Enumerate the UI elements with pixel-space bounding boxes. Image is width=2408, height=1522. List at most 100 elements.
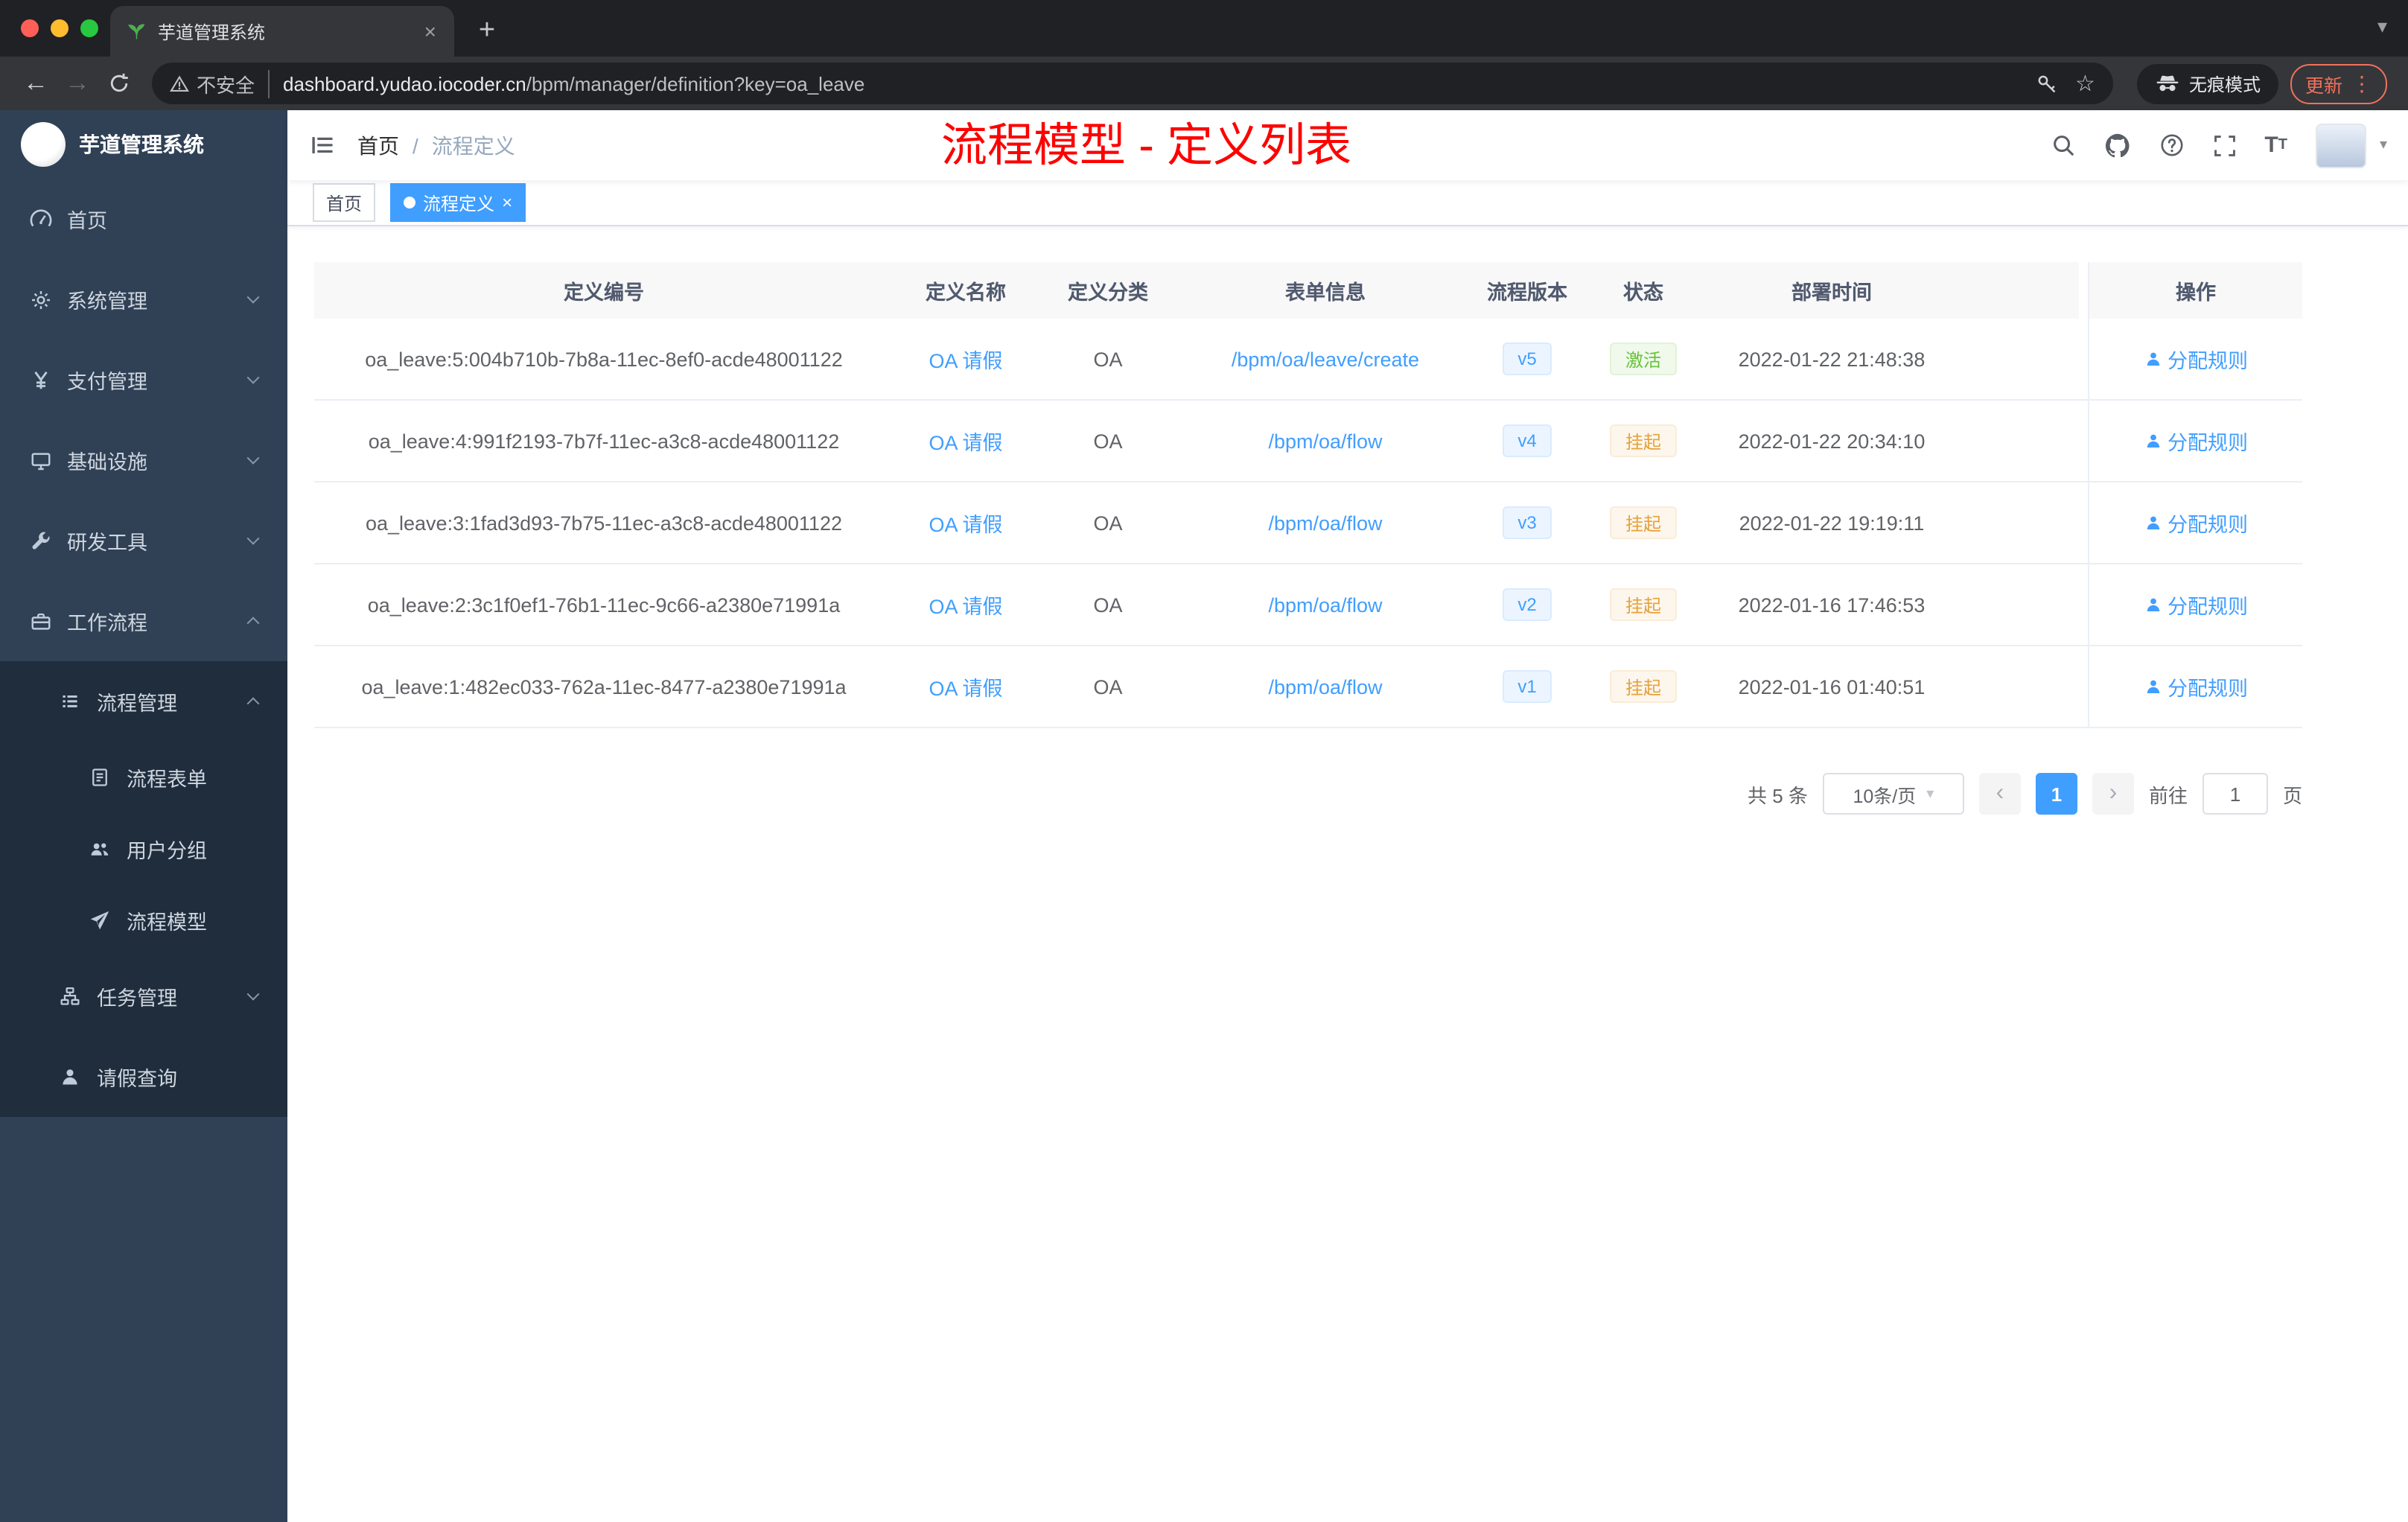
key-icon[interactable]: [2035, 72, 2057, 95]
tag-close-icon[interactable]: ×: [502, 192, 512, 213]
tag-home[interactable]: 首页: [313, 183, 376, 222]
sidebar-item-process-mgmt[interactable]: 流程管理: [0, 661, 287, 742]
sidebar-item-task-mgmt[interactable]: 任务管理: [0, 956, 287, 1037]
window-controls: [21, 19, 98, 37]
tab-title: 芋道管理系统: [158, 22, 266, 42]
form-info-link[interactable]: /bpm/oa/flow: [1268, 430, 1382, 452]
new-tab-button[interactable]: +: [466, 10, 508, 52]
app-navbar: 首页 / 流程定义 流程模型 - 定义列表 ▾: [287, 110, 2408, 180]
incognito-label: 无痕模式: [2188, 74, 2261, 95]
incognito-icon: [2156, 75, 2179, 92]
omnibox-icons: ☆: [2035, 70, 2095, 97]
github-button[interactable]: [2103, 132, 2130, 159]
assign-rule-link[interactable]: 分配规则: [2144, 590, 2248, 620]
definition-id: oa_leave:1:482ec033-762a-11ec-8477-a2380…: [361, 675, 847, 698]
definition-id: oa_leave:3:1fad3d93-7b75-11ec-a3c8-acde4…: [365, 512, 842, 534]
browser-window: 芋道管理系统 × + ▾ ← → 不安全 dashboard.yudao.ioc…: [0, 0, 2408, 1522]
yen-icon: [30, 369, 52, 391]
user-avatar[interactable]: [2315, 123, 2366, 168]
status-badge: 挂起: [1610, 424, 1676, 457]
fold-icon: [312, 136, 333, 154]
url-domain: dashboard.yudao.iocoder.cn: [283, 72, 526, 95]
forward-button[interactable]: →: [57, 63, 98, 104]
close-window-button[interactable]: [21, 19, 39, 37]
minimize-window-button[interactable]: [51, 19, 69, 37]
goto-page-input[interactable]: [2202, 773, 2268, 815]
tag-process-definition[interactable]: 流程定义 ×: [390, 183, 526, 222]
prev-page-button[interactable]: ‹: [1978, 773, 2021, 815]
col-definition-id: 定义编号: [314, 262, 894, 319]
sidebar-item-system[interactable]: 系统管理: [0, 259, 287, 340]
fullscreen-icon: [2214, 135, 2235, 156]
font-size-button[interactable]: [2264, 133, 2287, 158]
form-info-link[interactable]: /bpm/oa/flow: [1268, 675, 1382, 698]
form-info-link[interactable]: /bpm/oa/flow: [1268, 593, 1382, 616]
active-dot: [404, 197, 416, 208]
update-button[interactable]: 更新 ⋮: [2290, 63, 2387, 104]
security-chip[interactable]: 不安全: [170, 69, 270, 98]
page-content: 定义编号 定义名称 定义分类 表单信息 流程版本 状态 部署时间 操作 oa_l…: [287, 226, 2408, 815]
search-icon: [2053, 136, 2074, 156]
table-row: oa_leave:5:004b710b-7b8a-11ec-8ef0-acde4…: [314, 319, 2302, 401]
table-row: oa_leave:1:482ec033-762a-11ec-8477-a2380…: [314, 646, 2302, 728]
page-size-select[interactable]: 10条/页 ▾: [1822, 773, 1964, 815]
breadcrumb-current: 流程定义: [431, 133, 515, 157]
definition-name-link[interactable]: OA 请假: [929, 590, 1002, 620]
version-badge: v5: [1503, 343, 1552, 375]
assign-rule-link[interactable]: 分配规则: [2144, 672, 2248, 701]
status-badge: 挂起: [1610, 588, 1676, 621]
sidebar-item-process-form[interactable]: 流程表单: [0, 742, 287, 813]
definition-category: OA: [1093, 593, 1123, 616]
sidebar-item-user-group[interactable]: 用户分组: [0, 813, 287, 885]
browser-menu-icon[interactable]: ⋮: [2351, 71, 2372, 96]
person-icon: [2146, 516, 2159, 529]
definition-name-link[interactable]: OA 请假: [929, 344, 1002, 374]
sidebar-item-infra[interactable]: 基础设施: [0, 420, 287, 500]
address-bar[interactable]: 不安全 dashboard.yudao.iocoder.cn /bpm/mana…: [152, 63, 2113, 104]
sidebar-toggle-button[interactable]: [287, 133, 357, 158]
version-badge: v4: [1503, 424, 1552, 457]
definition-name-link[interactable]: OA 请假: [929, 672, 1002, 701]
sidebar-item-home[interactable]: 首页: [0, 179, 287, 259]
sidebar-item-devtools[interactable]: 研发工具: [0, 500, 287, 581]
form-info-link[interactable]: /bpm/oa/flow: [1268, 512, 1382, 534]
form-info-link[interactable]: /bpm/oa/leave/create: [1232, 348, 1419, 370]
help-button[interactable]: [2159, 133, 2184, 158]
sidebar-item-process-model[interactable]: 流程模型: [0, 885, 287, 956]
app-logo-avatar: [21, 122, 66, 167]
incognito-badge: 无痕模式: [2136, 63, 2278, 104]
definition-category: OA: [1093, 348, 1123, 370]
definition-name-link[interactable]: OA 请假: [929, 426, 1002, 456]
version-badge: v3: [1503, 506, 1552, 539]
next-page-button[interactable]: ›: [2092, 773, 2134, 815]
navbar-actions: ▾: [2050, 123, 2408, 168]
reload-button[interactable]: [98, 63, 140, 104]
chevron-down-icon: [246, 290, 260, 304]
definition-name-link[interactable]: OA 请假: [929, 508, 1002, 538]
sidebar-item-payment[interactable]: 支付管理: [0, 340, 287, 420]
person-icon: [2146, 598, 2159, 611]
fullscreen-button[interactable]: [2212, 133, 2236, 157]
gear-icon: [30, 288, 52, 311]
page-1-button[interactable]: 1: [2035, 773, 2077, 815]
deploy-time: 2022-01-22 20:34:10: [1738, 430, 1926, 452]
version-badge: v2: [1503, 588, 1552, 621]
search-button[interactable]: [2050, 133, 2075, 158]
breadcrumb-home[interactable]: 首页: [357, 130, 399, 160]
tab-search-caret-icon[interactable]: ▾: [2377, 15, 2387, 39]
bookmark-star-icon[interactable]: ☆: [2075, 70, 2095, 97]
monitor-icon: [30, 449, 52, 471]
assign-rule-link[interactable]: 分配规则: [2144, 426, 2248, 456]
sidebar-item-workflow[interactable]: 工作流程: [0, 581, 287, 661]
browser-tab[interactable]: 芋道管理系统 ×: [110, 6, 454, 57]
chevron-down-icon: ▾: [1926, 786, 1934, 802]
col-process-version: 流程版本: [1473, 262, 1582, 319]
person-icon: [2146, 680, 2159, 693]
zoom-window-button[interactable]: [80, 19, 98, 37]
assign-rule-link[interactable]: 分配规则: [2144, 344, 2248, 374]
tab-close-icon[interactable]: ×: [421, 19, 439, 43]
table-row: oa_leave:4:991f2193-7b7f-11ec-a3c8-acde4…: [314, 401, 2302, 483]
sidebar-item-leave-query[interactable]: 请假查询: [0, 1037, 287, 1117]
assign-rule-link[interactable]: 分配规则: [2144, 508, 2248, 538]
back-button[interactable]: ←: [15, 63, 57, 104]
